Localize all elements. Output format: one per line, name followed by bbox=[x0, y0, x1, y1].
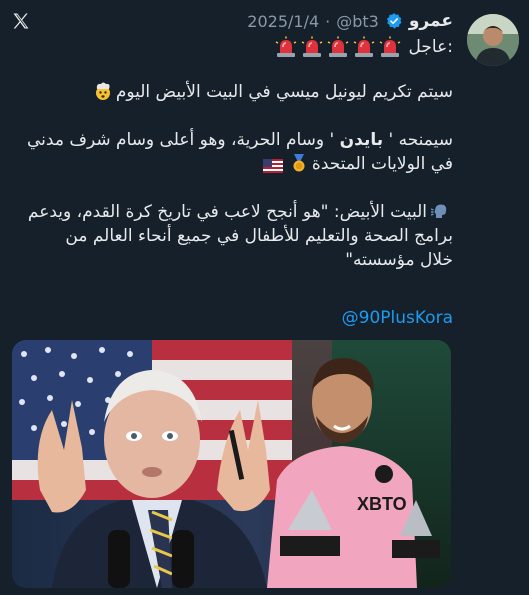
medal-icon bbox=[289, 153, 309, 173]
headline-text: سيتم تكريم ليونيل ميسي في البيت الأبيض ا… bbox=[115, 82, 453, 102]
mention-link[interactable]: @90PlusKora bbox=[342, 308, 453, 328]
close-button[interactable] bbox=[6, 6, 36, 36]
siren-icon bbox=[327, 36, 348, 57]
author-name[interactable]: عمرو bbox=[409, 11, 453, 31]
tweet-line-2: سيمنحه ' بايدن ' وسام الحرية، وهو أعلى و… bbox=[19, 128, 453, 152]
quote-line-3: خلال مؤسسته" bbox=[345, 250, 453, 270]
biden-name: بايدن bbox=[339, 130, 384, 150]
us-flag-icon bbox=[262, 156, 283, 176]
alert-label: عاجل: bbox=[408, 37, 453, 57]
quote-line-2: برامج الصحة والتعليم للأطفال في جميع أنح… bbox=[65, 226, 453, 246]
post-date[interactable]: 2025/1/4 bbox=[247, 12, 319, 31]
tweet-card: عمرو @bt3 · 2025/1/4 عاجل: سيتم تكريم لي… bbox=[0, 0, 529, 595]
tweet-line-3: في الولايات المتحدة bbox=[19, 152, 453, 176]
siren-icon bbox=[379, 36, 400, 57]
tweet-header: عمرو @bt3 · 2025/1/4 bbox=[247, 8, 453, 34]
us-text: في الولايات المتحدة bbox=[311, 154, 453, 174]
line2-prefix: سيمنحه ' bbox=[383, 130, 453, 150]
speaking-head-icon bbox=[430, 201, 450, 221]
tweet-text: سيتم تكريم ليونيل ميسي في البيت الأبيض ا… bbox=[19, 80, 453, 272]
avatar[interactable] bbox=[467, 14, 519, 66]
x-logo-icon bbox=[13, 13, 29, 29]
siren-icon bbox=[275, 36, 296, 57]
line2-suffix: ' وسام الحرية، وهو أعلى وسام شرف مدني bbox=[27, 130, 340, 150]
tweet-line-4: البيت الأبيض: "هو أنجح لاعب في تاريخ كرة… bbox=[19, 200, 453, 224]
siren-icon bbox=[301, 36, 322, 57]
exploding-head-emoji-icon bbox=[93, 81, 113, 101]
tweet-line-6: خلال مؤسسته" bbox=[19, 248, 453, 272]
author-handle[interactable]: @bt3 bbox=[336, 12, 379, 31]
tweet-media-image[interactable]: XBTO bbox=[12, 340, 451, 588]
siren-icons bbox=[275, 36, 401, 58]
siren-icon bbox=[353, 36, 374, 57]
tweet-line-1: سيتم تكريم ليونيل ميسي في البيت الأبيض ا… bbox=[19, 80, 453, 104]
tweet-line-5: برامج الصحة والتعليم للأطفال في جميع أنح… bbox=[19, 224, 453, 248]
alert-line: عاجل: bbox=[275, 34, 453, 60]
avatar-image bbox=[467, 14, 519, 66]
separator-dot: · bbox=[325, 11, 331, 31]
biden-messi-photo: XBTO bbox=[12, 340, 451, 588]
quote-line-1: البيت الأبيض: "هو أنجح لاعب في تاريخ كرة… bbox=[27, 202, 427, 222]
verified-badge-icon bbox=[385, 12, 403, 30]
jersey-sponsor-text: XBTO bbox=[357, 494, 407, 514]
